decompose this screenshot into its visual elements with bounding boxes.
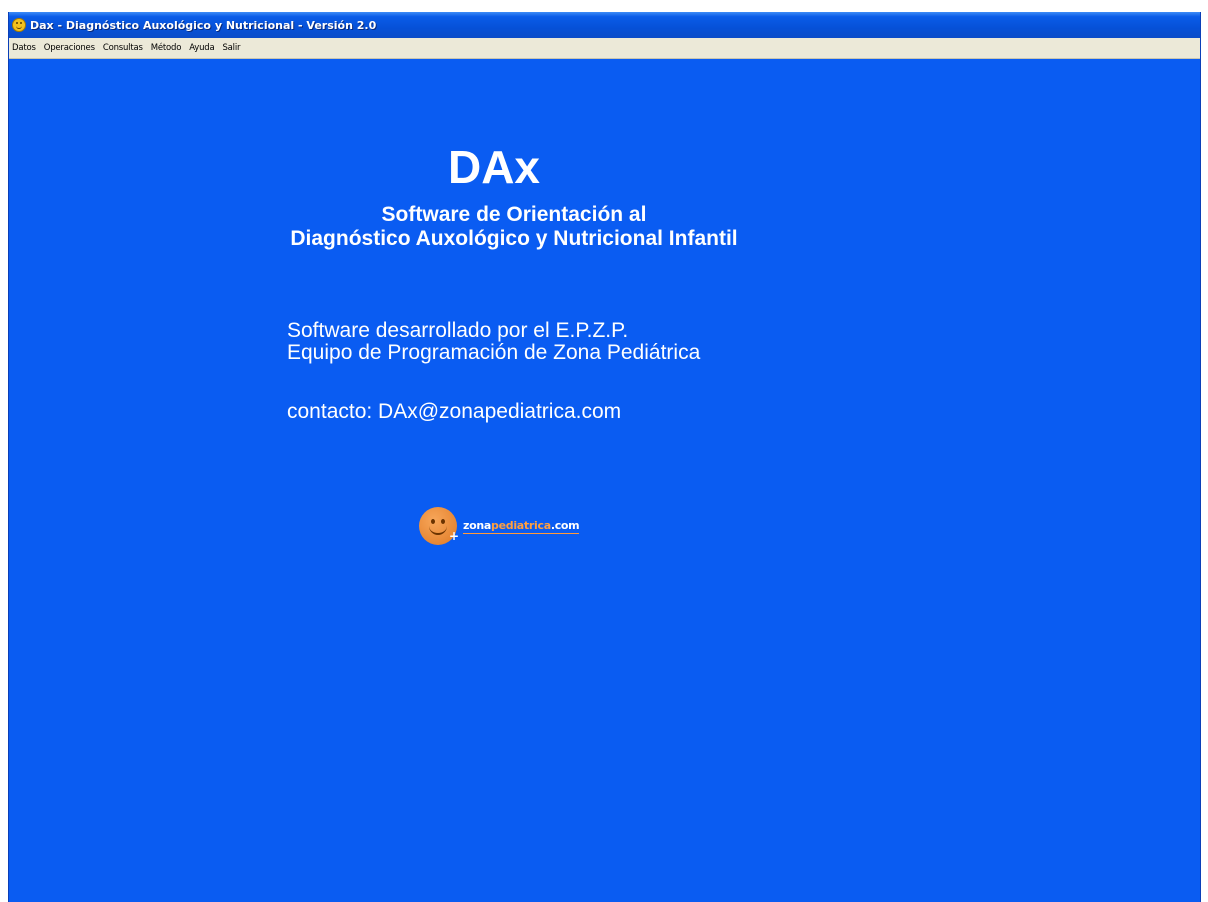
developer-line-1: Software desarrollado por el E.P.Z.P. <box>287 319 629 342</box>
contact-info: contacto: DAx@zonapediatrica.com <box>287 400 622 423</box>
logo-text-pediatrica: pediatrica <box>491 518 551 532</box>
subtitle-line-2: Diagnóstico Auxológico y Nutricional Inf… <box>290 227 738 250</box>
menu-ayuda[interactable]: Ayuda <box>186 43 217 53</box>
logo-text-zona: zona <box>463 518 492 532</box>
developer-line-2: Equipo de Programación de Zona Pediátric… <box>287 341 701 364</box>
menu-metodo[interactable]: Método <box>148 43 185 53</box>
splash-area: DAx Software de Orientación al Diagnósti… <box>9 59 1200 902</box>
window-title: Dax - Diagnóstico Auxológico y Nutricion… <box>30 18 377 32</box>
smiley-face-icon: + <box>419 507 459 545</box>
menu-operaciones[interactable]: Operaciones <box>41 43 98 53</box>
smiley-app-icon[interactable] <box>12 18 26 32</box>
app-title: DAx <box>447 141 541 193</box>
developer-info: Software desarrollado por el E.P.Z.P. Eq… <box>287 320 700 364</box>
menu-datos[interactable]: Datos <box>9 43 39 53</box>
subtitle-line-1: Software de Orientación al <box>381 203 647 226</box>
logo-text: zonapediatrica.com <box>463 518 580 534</box>
menu-salir[interactable]: Salir <box>219 43 243 53</box>
menu-bar: Datos Operaciones Consultas Método Ayuda… <box>9 38 1200 59</box>
title-bar[interactable]: Dax - Diagnóstico Auxológico y Nutricion… <box>9 12 1200 38</box>
menu-consultas[interactable]: Consultas <box>100 43 146 53</box>
app-window: Dax - Diagnóstico Auxológico y Nutricion… <box>8 12 1201 902</box>
logo-text-com: .com <box>550 518 580 532</box>
app-subtitle: Software de Orientación al Diagnóstico A… <box>9 203 1019 251</box>
zonapediatrica-logo: + zonapediatrica.com <box>419 507 580 545</box>
